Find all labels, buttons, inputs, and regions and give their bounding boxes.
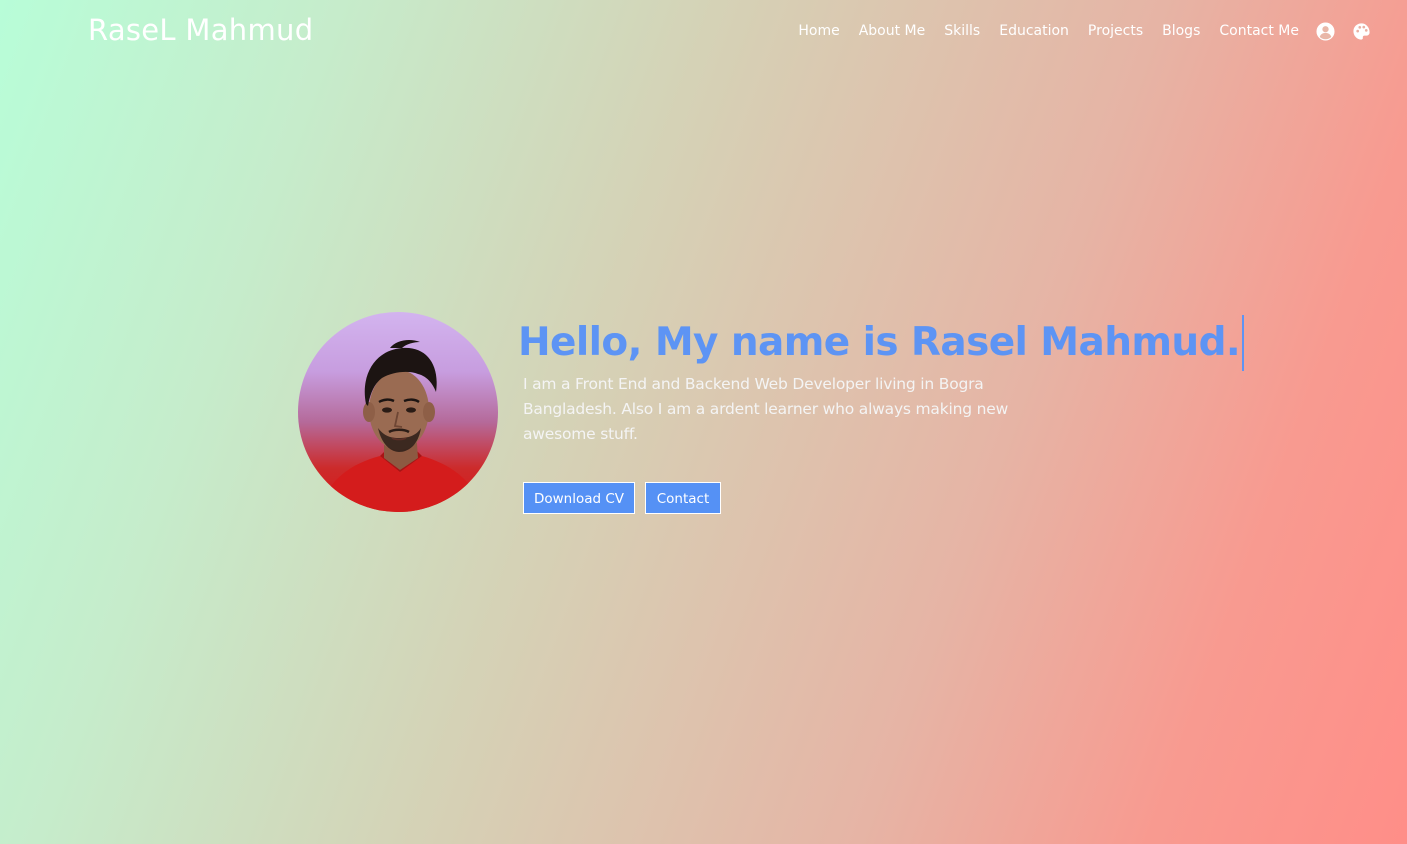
user-circle-icon[interactable] [1315,21,1335,41]
profile-photo [298,312,498,512]
typing-cursor [1242,315,1245,371]
nav-links: Home About Me Skills Education Projects … [798,18,1371,44]
hero-headline: Hello, My name is Rasel Mahmud. [518,320,1241,365]
navbar: RaseL Mahmud Home About Me Skills Educat… [0,0,1407,62]
nav-link-home[interactable]: Home [798,18,839,44]
hero-headline-wrap: Hello, My name is Rasel Mahmud. [518,315,1245,371]
hero-intro: I am a Front End and Backend Web Develop… [523,375,1009,443]
nav-link-contact-me[interactable]: Contact Me [1219,18,1299,44]
nav-link-education[interactable]: Education [999,18,1069,44]
nav-link-about-me[interactable]: About Me [859,18,926,44]
contact-button[interactable]: Contact [645,482,721,514]
nav-link-skills[interactable]: Skills [944,18,980,44]
site-brand[interactable]: RaseL Mahmud [88,10,313,50]
nav-link-projects[interactable]: Projects [1088,18,1143,44]
palette-icon[interactable] [1351,21,1371,41]
nav-link-blogs[interactable]: Blogs [1162,18,1200,44]
download-cv-button[interactable]: Download CV [523,482,635,514]
